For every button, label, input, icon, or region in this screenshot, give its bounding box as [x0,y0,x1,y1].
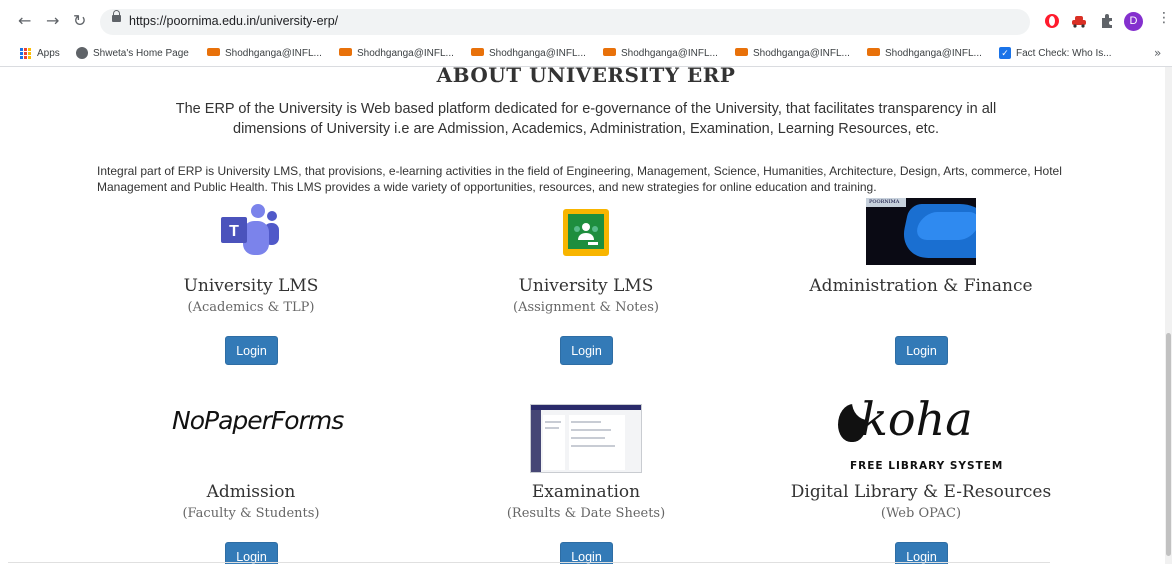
bookmark-item[interactable]: Shodhganga@INFL... [471,46,586,62]
shodhganga-icon [603,48,616,57]
nopaperforms-logo: NoPaperForms [172,406,344,435]
svg-text:T: T [229,223,239,240]
page-title: ABOUT UNIVERSITY ERP [436,67,736,87]
fact-check-icon: ✓ [999,47,1011,60]
apps-grid-icon [20,47,31,59]
bookmark-item[interactable]: Shodhganga@INFL... [603,46,718,62]
shodhganga-icon [735,48,748,57]
lms-paragraph: Integral part of ERP is University LMS, … [97,164,1062,194]
globe-icon [76,47,88,60]
card-subtitle: (Results & Date Sheets) [506,506,666,521]
shodhganga-icon [867,48,880,57]
shodhganga-icon [471,48,484,57]
bookmark-item[interactable]: ✓ Fact Check: Who Is... [999,46,1112,62]
bookmark-apps[interactable]: Apps [20,46,60,62]
admission-login-button[interactable]: Login [225,542,278,564]
card-title: University LMS [518,276,654,296]
examination-screenshot-image [530,404,642,473]
browser-menu-icon[interactable]: ⋮ [1157,10,1171,26]
bookmarks-bar: Apps Shweta's Home Page Shodhganga@INFL.… [0,42,1172,67]
profile-avatar[interactable]: D [1124,12,1143,31]
bookmarks-more-button[interactable]: » [1154,46,1161,60]
google-classroom-logo [563,209,609,256]
examination-login-button[interactable]: Login [560,542,613,564]
bookmark-item[interactable]: Shodhganga@INFL... [867,46,982,62]
url-text: https://poornima.edu.in/university-erp/ [129,14,339,28]
address-bar[interactable]: https://poornima.edu.in/university-erp/ [100,9,1030,35]
card-lms-assignment: University LMS (Assignment & Notes) Logi… [436,275,736,365]
card-administration: Administration & Finance Login [770,275,1072,365]
reload-icon[interactable]: ↻ [73,12,86,30]
bookmark-item[interactable]: Shodhganga@INFL... [207,46,322,62]
scrollbar-thumb[interactable] [1166,333,1171,556]
lms-assignment-login-button[interactable]: Login [560,336,613,365]
puzzle-extension-icon[interactable] [1099,13,1114,28]
car-extension-icon[interactable] [1071,14,1087,28]
digital-library-login-button[interactable]: Login [895,542,948,564]
card-subtitle: (Web OPAC) [880,506,962,521]
opera-extension-icon[interactable] [1044,13,1060,29]
divider [8,562,1050,563]
card-subtitle: (Faculty & Students) [182,506,320,521]
bookmark-item[interactable]: Shodhganga@INFL... [735,46,850,62]
administration-screenshot-image: POORNIMA [866,198,976,265]
card-title: Admission [206,482,296,502]
intro-paragraph: The ERP of the University is Web based p… [175,101,997,137]
lms-academics-login-button[interactable]: Login [225,336,278,365]
bookmark-item[interactable]: Shweta's Home Page [76,46,189,62]
card-subtitle: (Assignment & Notes) [513,300,659,315]
card-digital-library: Digital Library & E-Resources (Web OPAC)… [770,481,1072,564]
microsoft-teams-logo: T [221,204,279,255]
card-lms-academics: University LMS (Academics & TLP) Login [101,275,401,365]
browser-toolbar: ← → ↻ https://poornima.edu.in/university… [0,0,1172,42]
card-admission: Admission (Faculty & Students) Login [101,481,401,564]
koha-logo: koha FREE LIBRARY SYSTEM [830,392,1010,478]
card-title: Administration & Finance [809,276,1033,296]
card-title: Examination [531,482,641,502]
shodhganga-icon [339,48,352,57]
card-examination: Examination (Results & Date Sheets) Logi… [436,481,736,564]
page-content: ABOUT UNIVERSITY ERP The ERP of the Univ… [0,67,1172,564]
bookmark-item[interactable]: Shodhganga@INFL... [339,46,454,62]
lock-icon [112,10,121,22]
forward-arrow-icon[interactable]: → [46,12,59,30]
card-title: Digital Library & E-Resources [790,482,1052,502]
administration-login-button[interactable]: Login [895,336,948,365]
card-title: University LMS [183,276,319,296]
card-subtitle: (Academics & TLP) [187,300,315,315]
shodhganga-icon [207,48,220,57]
back-arrow-icon[interactable]: ← [18,12,31,30]
